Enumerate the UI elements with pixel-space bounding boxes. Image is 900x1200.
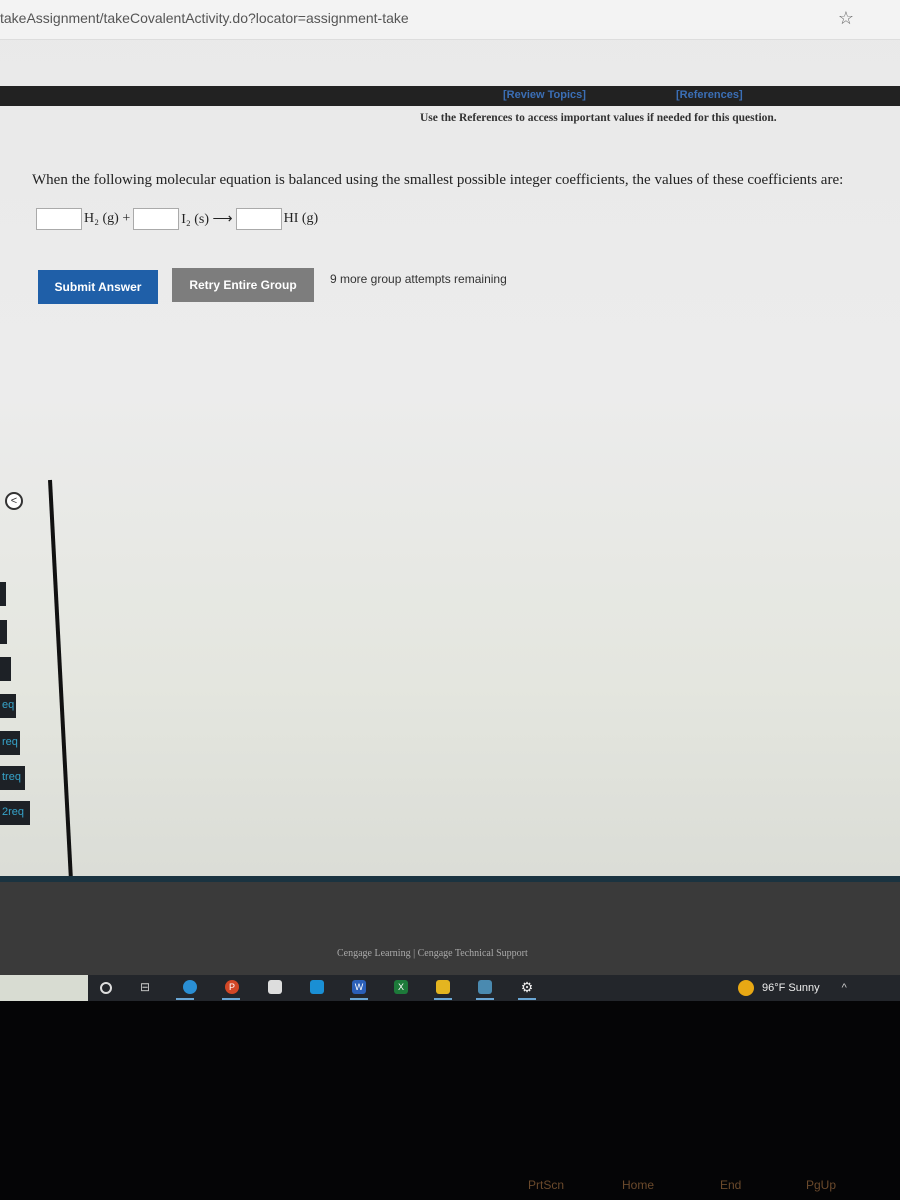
active-indicator [434,998,452,1000]
review-topics-link[interactable]: [Review Topics] [503,89,586,101]
screen: takeAssignment/takeCovalentActivity.do?l… [0,0,900,975]
sun-icon [738,980,754,996]
sidebar-item[interactable] [0,620,7,644]
excel-icon[interactable]: X [394,980,408,994]
term-i2: I₂ (s) ⟶ [181,211,233,227]
submit-answer-button[interactable]: Submit Answer [38,270,158,304]
active-indicator [518,998,536,1000]
panel-divider[interactable] [48,479,73,880]
settings-icon[interactable]: ⚙ [520,980,534,994]
coefficient-i2-input[interactable] [133,208,180,230]
references-link[interactable]: [References] [676,89,743,101]
sidebar-item[interactable]: treq [0,766,25,790]
coefficient-h2-input[interactable] [36,208,82,230]
active-indicator [176,998,194,1000]
collapse-panel-button[interactable]: < [5,492,23,510]
references-bar [0,86,900,106]
file-explorer-icon[interactable] [436,980,450,994]
active-indicator [476,998,494,1000]
address-bar[interactable]: takeAssignment/takeCovalentActivity.do?l… [0,0,900,40]
word-icon[interactable]: W [352,980,366,994]
retry-entire-group-button[interactable]: Retry Entire Group [172,268,314,302]
cortana-icon[interactable] [100,982,112,994]
store-icon[interactable] [268,980,282,994]
sidebar-item[interactable]: 2req [0,801,30,825]
active-indicator [350,998,368,1000]
weather-widget[interactable]: 96°F Sunny ^ [738,980,847,996]
key-home: Home [622,1178,655,1192]
footer-links[interactable]: Cengage Learning | Cengage Technical Sup… [337,948,528,959]
key-pgup: PgUp [806,1178,837,1192]
taskbar: ⊟ P W X ⚙ 96°F Sunny ^ [0,975,900,1001]
taskbar-search[interactable] [0,975,88,1001]
mail-icon[interactable] [310,980,324,994]
footer [0,882,900,975]
sidebar-item[interactable] [0,582,6,606]
question-text: When the following molecular equation is… [32,172,844,188]
references-note: Use the References to access important v… [420,112,777,124]
weather-text: 96°F Sunny [762,982,820,994]
url-text[interactable]: takeAssignment/takeCovalentActivity.do?l… [0,10,409,26]
equation: H₂ (g) + I₂ (s) ⟶ HI (g) [36,208,321,230]
favorites-icon[interactable]: ☆ [838,8,854,29]
powerpoint-icon[interactable]: P [225,980,239,994]
term-h2: H₂ (g) + [84,211,131,226]
active-indicator [222,998,240,1000]
edge-icon[interactable] [183,980,197,994]
sidebar-item[interactable] [0,657,11,681]
key-end: End [720,1178,742,1192]
term-hi: HI (g) [283,211,319,226]
sidebar-item[interactable]: eq [0,694,16,718]
task-view-icon[interactable]: ⊟ [138,980,152,994]
calculator-icon[interactable] [478,980,492,994]
chevron-up-icon[interactable]: ^ [842,982,847,994]
coefficient-hi-input[interactable] [235,208,282,230]
key-prtscn: PrtScn [528,1178,565,1192]
sidebar-item[interactable]: req [0,731,20,755]
attempts-remaining: 9 more group attempts remaining [330,272,507,286]
